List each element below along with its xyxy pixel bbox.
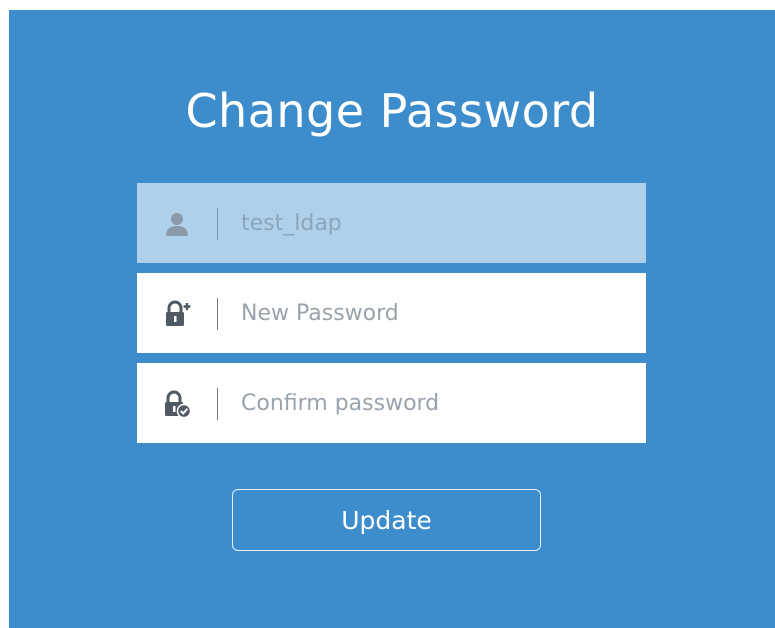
change-password-panel: Change Password test_ldap Update — [9, 10, 775, 628]
new-password-field[interactable] — [137, 273, 646, 353]
update-button[interactable]: Update — [232, 489, 541, 551]
new-password-input[interactable] — [241, 293, 621, 333]
field-divider — [217, 298, 218, 330]
field-divider — [217, 388, 218, 420]
lock-check-icon — [163, 390, 192, 419]
username-input — [241, 203, 621, 243]
field-divider — [217, 208, 218, 240]
page-title: Change Password — [185, 84, 599, 138]
confirm-password-input[interactable] — [241, 383, 621, 423]
username-field — [137, 183, 646, 263]
user-icon — [163, 210, 191, 238]
lock-plus-icon — [163, 300, 191, 328]
confirm-password-field[interactable] — [137, 363, 646, 443]
